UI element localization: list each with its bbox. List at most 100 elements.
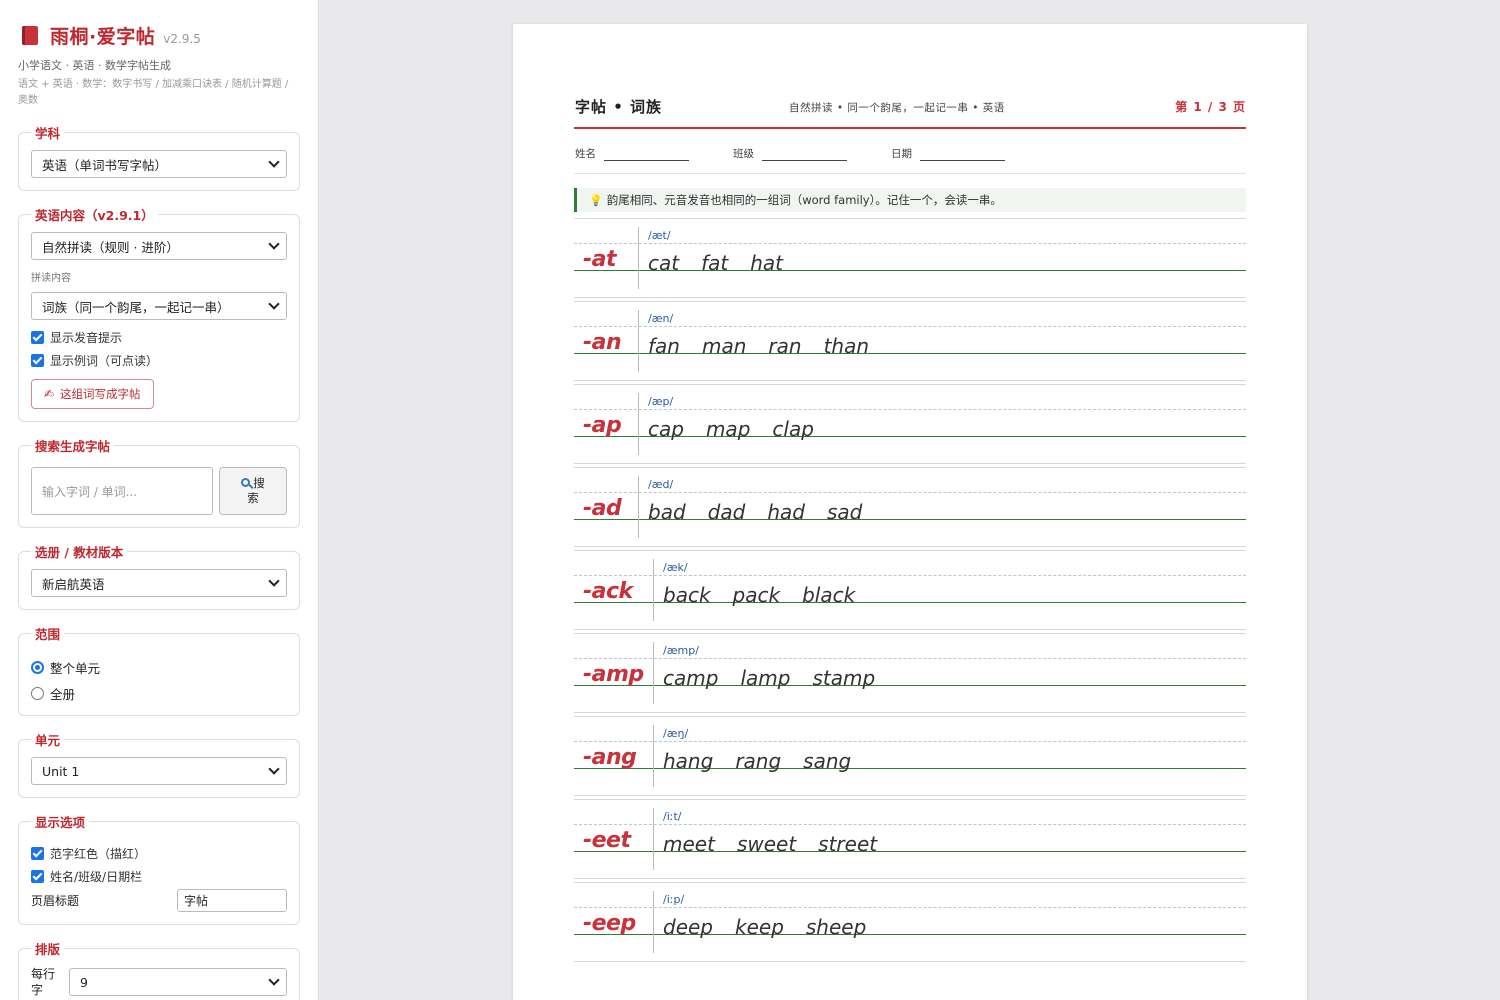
ipa-label: /æp/ bbox=[648, 395, 674, 408]
row-divider bbox=[638, 393, 639, 455]
per-row-select[interactable]: 9 bbox=[69, 968, 287, 996]
app-version: v2.9.5 bbox=[163, 32, 201, 46]
book-icon bbox=[22, 26, 38, 45]
range-unit-label: 整个单元 bbox=[50, 661, 101, 676]
subject-select-value: 英语（单词书写字帖） bbox=[42, 157, 168, 173]
per-row-value: 9 bbox=[80, 974, 88, 990]
show-examples-option[interactable]: 显示例词（可点读） bbox=[31, 352, 287, 369]
example-word[interactable]: sad bbox=[827, 500, 862, 524]
phonics-select[interactable]: 词族（同一个韵尾，一起记一串） bbox=[31, 292, 287, 320]
unit-select-value: Unit 1 bbox=[42, 763, 80, 779]
show-pron-option[interactable]: 显示发音提示 bbox=[31, 329, 287, 346]
name-label: 姓名 bbox=[575, 148, 596, 160]
worksheet-page: 字帖 • 词族 自然拼读 • 同一个韵尾，一起记一串 • 英语 第 1 / 3 … bbox=[513, 24, 1307, 1000]
example-word[interactable]: fan bbox=[648, 334, 680, 358]
guide-line-top bbox=[574, 326, 1246, 327]
name-bar-label: 姓名/班级/日期栏 bbox=[50, 870, 143, 884]
chevron-down-icon bbox=[268, 238, 280, 250]
sheet-header: 字帖 • 词族 自然拼读 • 同一个韵尾，一起记一串 • 英语 第 1 / 3 … bbox=[574, 94, 1246, 129]
unit-legend: 单元 bbox=[35, 733, 61, 748]
range-book-radio[interactable] bbox=[31, 687, 44, 700]
sheet-subtitle: 自然拼读 • 同一个韵尾，一起记一串 • 英语 bbox=[789, 102, 1005, 114]
red-sample-checkbox[interactable] bbox=[31, 847, 44, 860]
example-word[interactable]: street bbox=[818, 832, 877, 856]
app-title: 雨桐·爱字帖 bbox=[50, 26, 156, 48]
rime-label: -eet bbox=[583, 828, 631, 853]
guide-line-top bbox=[574, 741, 1246, 742]
example-word[interactable]: clap bbox=[772, 417, 814, 441]
example-word[interactable]: man bbox=[702, 334, 746, 358]
student-info-row: 姓名 班级 日期 bbox=[574, 144, 1246, 174]
lightbulb-icon: 💡 bbox=[589, 193, 603, 207]
example-word[interactable]: back bbox=[663, 583, 711, 607]
phonics-label: 拼读内容 bbox=[31, 273, 71, 284]
example-word[interactable]: deep bbox=[663, 915, 713, 939]
example-words: hang rang sang bbox=[663, 749, 873, 773]
example-word[interactable]: bad bbox=[648, 500, 686, 524]
example-word[interactable]: sweet bbox=[737, 832, 796, 856]
example-word[interactable]: hat bbox=[750, 251, 783, 275]
search-legend: 搜索生成字帖 bbox=[35, 439, 111, 454]
tip-banner: 💡 韵尾相同、元音发音也相同的一组词（word family）。记住一个，会读一… bbox=[574, 188, 1246, 212]
search-icon bbox=[241, 478, 251, 487]
example-word[interactable]: had bbox=[767, 500, 805, 524]
example-word[interactable]: cat bbox=[648, 251, 679, 275]
example-word[interactable]: than bbox=[824, 334, 869, 358]
row-divider bbox=[653, 725, 654, 787]
example-word[interactable]: camp bbox=[663, 666, 718, 690]
english-mode-select[interactable]: 自然拼读（规则 · 进阶） bbox=[31, 232, 287, 260]
textbook-select[interactable]: 新启航英语 bbox=[31, 569, 287, 597]
guide-line-top bbox=[574, 492, 1246, 493]
class-field: 班级 bbox=[733, 146, 847, 161]
word-family-row: -at/æt/cat fat hat bbox=[574, 218, 1246, 298]
range-option-unit[interactable]: 整个单元 bbox=[31, 658, 287, 677]
subject-legend: 学科 bbox=[35, 126, 61, 141]
example-word[interactable]: lamp bbox=[740, 666, 790, 690]
example-word[interactable]: ran bbox=[768, 334, 801, 358]
example-word[interactable]: hang bbox=[663, 749, 713, 773]
word-family-row: -ap/æp/cap map clap bbox=[574, 384, 1246, 464]
header-title-input[interactable]: 字帖 bbox=[177, 889, 287, 912]
show-examples-label: 显示例词（可点读） bbox=[50, 354, 159, 368]
example-word[interactable]: keep bbox=[735, 915, 784, 939]
example-word[interactable]: rang bbox=[735, 749, 781, 773]
rime-label: -ap bbox=[583, 413, 622, 438]
guide-line-top bbox=[574, 907, 1246, 908]
example-words: cat fat hat bbox=[648, 251, 805, 275]
row-divider bbox=[653, 559, 654, 621]
range-option-book[interactable]: 全册 bbox=[31, 684, 287, 703]
name-bar-checkbox[interactable] bbox=[31, 870, 44, 883]
show-pron-checkbox[interactable] bbox=[31, 331, 44, 344]
search-button[interactable]: 搜 索 bbox=[219, 467, 287, 515]
word-family-row: -ack/æk/back pack black bbox=[574, 550, 1246, 630]
example-words: back pack black bbox=[663, 583, 877, 607]
search-input[interactable]: 输入字词 / 单词... bbox=[31, 467, 213, 515]
example-word[interactable]: map bbox=[706, 417, 750, 441]
example-words: bad dad had sad bbox=[648, 500, 884, 524]
example-word[interactable]: black bbox=[802, 583, 855, 607]
unit-select[interactable]: Unit 1 bbox=[31, 757, 287, 785]
example-word[interactable]: sang bbox=[803, 749, 851, 773]
range-unit-radio[interactable] bbox=[31, 661, 44, 674]
example-word[interactable]: sheep bbox=[806, 915, 866, 939]
name-bar-option[interactable]: 姓名/班级/日期栏 bbox=[31, 868, 287, 885]
guide-line-top bbox=[574, 243, 1246, 244]
brand: 雨桐·爱字帖 v2.9.5 bbox=[18, 22, 300, 49]
example-word[interactable]: dad bbox=[708, 500, 746, 524]
name-blank bbox=[604, 149, 689, 161]
rime-label: -at bbox=[583, 247, 617, 272]
word-family-row: -eet/iːt/meet sweet street bbox=[574, 799, 1246, 879]
example-word[interactable]: pack bbox=[733, 583, 781, 607]
example-word[interactable]: fat bbox=[701, 251, 728, 275]
red-sample-option[interactable]: 范字红色（描红） bbox=[31, 845, 287, 862]
example-word[interactable]: meet bbox=[663, 832, 715, 856]
example-word[interactable]: cap bbox=[648, 417, 684, 441]
row-divider bbox=[638, 227, 639, 289]
example-word[interactable]: stamp bbox=[812, 666, 875, 690]
show-examples-checkbox[interactable] bbox=[31, 354, 44, 367]
row-divider bbox=[653, 891, 654, 953]
subject-select[interactable]: 英语（单词书写字帖） bbox=[31, 150, 287, 178]
word-family-row: -eep/iːp/deep keep sheep bbox=[574, 882, 1246, 962]
date-label: 日期 bbox=[891, 148, 912, 160]
write-group-button[interactable]: ✍ 这组词写成字帖 bbox=[31, 379, 154, 409]
